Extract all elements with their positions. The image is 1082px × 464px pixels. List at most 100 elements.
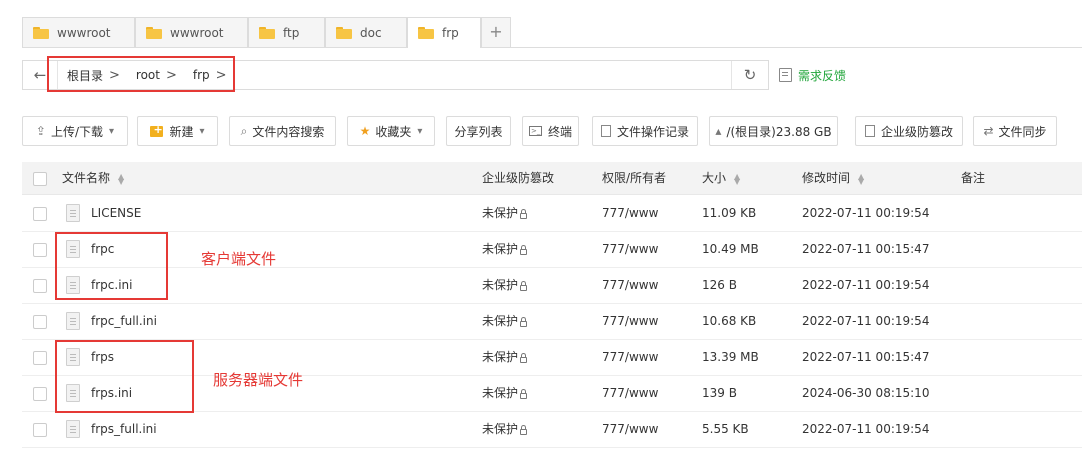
modified-time: 2024-06-30 08:15:10 [802,386,930,400]
header-protect: 企业级防篡改 [482,171,555,185]
file-size: 11.09 KB [702,206,757,220]
select-all-checkbox[interactable] [33,172,47,186]
protect-status-label: 未保护 [482,422,519,436]
table-row[interactable]: frpc 未保护 777/www 10.49 MB 2022-07-11 00:… [22,232,1082,268]
file-size: 10.49 MB [702,242,759,256]
permission[interactable]: 777/www [602,376,658,411]
tab-wwwroot-1[interactable]: wwwroot [22,17,135,47]
header-mtime-label: 修改时间 [802,171,851,185]
star-icon: ★ [359,124,371,138]
protect-status[interactable]: 未保护 [482,340,528,375]
tab-ftp[interactable]: ftp [248,17,325,47]
terminal-label: 终端 [547,124,572,139]
file-log-button[interactable]: 文件操作记录 [592,116,698,146]
header-size-label: 大小 [702,171,727,185]
tab-label: ftp [283,25,300,40]
lock-icon [520,281,528,291]
upload-download-button[interactable]: ⇪ 上传/下载 ▾ [22,116,128,146]
feedback-link[interactable]: 需求反馈 [779,66,846,84]
table-row[interactable]: frpc_full.ini 未保护 777/www 10.68 KB 2022-… [22,304,1082,340]
file-name[interactable]: frpc_full.ini [91,304,157,339]
header-name[interactable]: 文件名称 ▲ ▼ [62,162,124,195]
search-icon: ⌕ [240,123,248,138]
tab-doc[interactable]: doc [325,17,407,47]
new-folder-icon [150,123,164,137]
server-files-highlight-box [55,340,194,413]
sort-icon: ▲ ▼ [858,171,865,186]
tab-wwwroot-2[interactable]: wwwroot [135,17,248,47]
lock-icon [520,353,528,363]
permission[interactable]: 777/www [602,340,658,375]
file-log-label: 文件操作记录 [616,124,689,139]
refresh-button[interactable]: ↻ [731,61,768,89]
file-sync-button[interactable]: ⇄ 文件同步 [973,116,1057,146]
table-row[interactable]: LICENSE 未保护 777/www 11.09 KB 2022-07-11 … [22,196,1082,232]
row-checkbox[interactable] [33,351,47,365]
client-files-annotation: 客户端文件 [201,250,277,268]
document-icon [600,125,611,137]
tamper-protect-button[interactable]: 企业级防篡改 [855,116,963,146]
row-checkbox[interactable] [33,315,47,329]
row-checkbox[interactable] [33,207,47,221]
permission[interactable]: 777/www [602,304,658,339]
file-icon [66,420,80,438]
protect-status[interactable]: 未保护 [482,376,528,411]
client-files-highlight-box [55,232,168,300]
modified-time: 2022-07-11 00:19:54 [802,422,930,436]
header-mtime[interactable]: 修改时间 ▲ ▼ [802,162,864,195]
file-size: 126 B [702,278,737,292]
modified-time: 2022-07-11 00:19:54 [802,278,930,292]
folder-icon [259,26,275,39]
server-files-annotation: 服务器端文件 [213,371,304,389]
share-list-button[interactable]: 分享列表 [446,116,511,146]
disk-label: /(根目录)23.88 GB [726,124,832,139]
protect-status[interactable]: 未保护 [482,232,528,267]
add-tab-button[interactable]: + [481,17,511,47]
permission[interactable]: 777/www [602,232,658,267]
permission[interactable]: 777/www [602,268,658,303]
sync-folder-icon: ⇄ [983,124,994,138]
disk-button[interactable]: ▴ /(根目录)23.88 GB [709,116,838,146]
search-content-button[interactable]: ⌕ 文件内容搜索 [229,116,336,146]
row-checkbox[interactable] [33,387,47,401]
row-checkbox[interactable] [33,243,47,257]
terminal-button[interactable]: >_ 终端 [522,116,579,146]
file-size: 139 B [702,386,737,400]
file-size: 5.55 KB [702,422,749,436]
feedback-label: 需求反馈 [798,68,847,83]
file-icon [66,312,80,330]
tab-frp[interactable]: frp [407,17,481,48]
table-row[interactable]: frpc.ini 未保护 777/www 126 B 2022-07-11 00… [22,268,1082,304]
protect-status[interactable]: 未保护 [482,304,528,339]
upload-icon: ⇪ [35,124,46,138]
file-size: 13.39 MB [702,350,759,364]
file-name[interactable]: frps_full.ini [91,412,157,447]
search-content-label: 文件内容搜索 [252,124,325,139]
new-button[interactable]: 新建 ▾ [137,116,218,146]
upload-label: 上传/下载 [50,124,104,139]
new-label: 新建 [169,124,194,139]
share-list-label: 分享列表 [454,124,503,139]
favorites-button[interactable]: ★ 收藏夹 ▾ [347,116,435,146]
header-name-label: 文件名称 [62,171,111,185]
file-size: 10.68 KB [702,314,757,328]
protect-status[interactable]: 未保护 [482,412,528,447]
protect-status[interactable]: 未保护 [482,196,528,231]
file-name[interactable]: LICENSE [91,196,141,231]
folder-icon [336,26,352,39]
tab-label: doc [360,25,382,40]
protect-status-label: 未保护 [482,386,519,400]
table-row[interactable]: frps_full.ini 未保护 777/www 5.55 KB 2022-0… [22,412,1082,448]
permission[interactable]: 777/www [602,412,658,447]
folder-icon [418,27,434,39]
row-checkbox[interactable] [33,279,47,293]
row-checkbox[interactable] [33,423,47,437]
permission[interactable]: 777/www [602,196,658,231]
lock-icon [520,209,528,219]
chevron-down-icon: ▾ [199,125,205,137]
chevron-down-icon: ▾ [417,125,423,137]
folder-icon [146,26,162,39]
protect-status[interactable]: 未保护 [482,268,528,303]
header-size[interactable]: 大小 ▲ ▼ [702,162,740,195]
file-sync-label: 文件同步 [998,124,1047,139]
